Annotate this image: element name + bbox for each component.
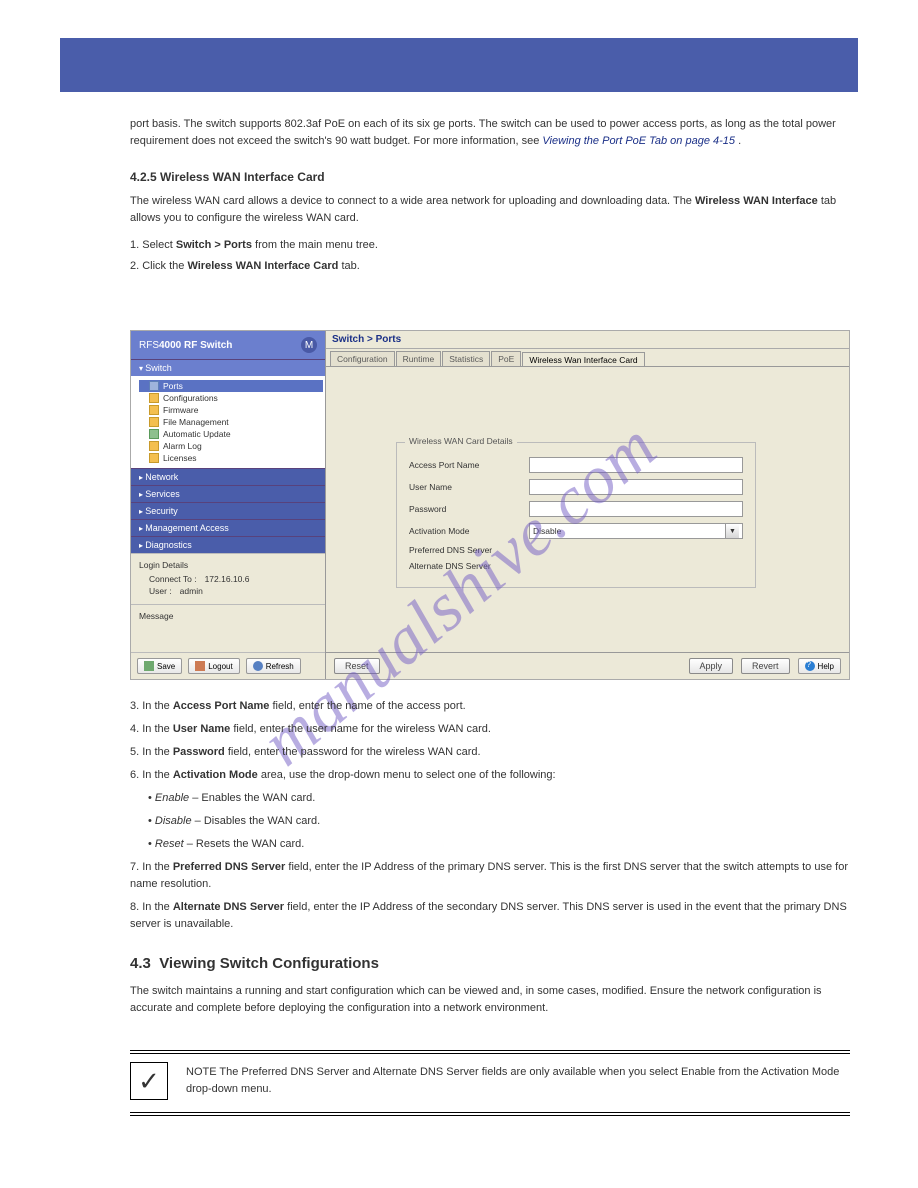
sidebar-brand: RFS4000 RF Switch M bbox=[131, 331, 325, 359]
label-alt-dns: Alternate DNS Server bbox=[409, 561, 529, 571]
fieldset-legend: Wireless WAN Card Details bbox=[405, 436, 517, 446]
after-text: 3. In the Access Port Name field, enter … bbox=[130, 698, 850, 1017]
ports-icon bbox=[149, 381, 159, 391]
file-icon bbox=[149, 417, 159, 427]
apply-button[interactable]: Apply bbox=[689, 658, 734, 674]
content-area: Switch > Ports Configuration Runtime Sta… bbox=[326, 331, 849, 679]
tab-configuration[interactable]: Configuration bbox=[330, 351, 395, 366]
input-apn[interactable] bbox=[529, 457, 743, 473]
sidebar: RFS4000 RF Switch M Switch Ports Configu… bbox=[131, 331, 326, 679]
nav-switch[interactable]: Switch bbox=[131, 359, 325, 376]
tab-statistics[interactable]: Statistics bbox=[442, 351, 490, 366]
revert-button[interactable]: Revert bbox=[741, 658, 790, 674]
login-details-title: Login Details bbox=[139, 560, 317, 570]
note-top-rule bbox=[130, 1050, 850, 1054]
alarm-icon bbox=[149, 441, 159, 451]
tab-wwan[interactable]: Wireless Wan Interface Card bbox=[522, 352, 644, 367]
intro-p1b: . bbox=[738, 135, 741, 147]
input-password[interactable] bbox=[529, 501, 743, 517]
intro-p1-link: Viewing the Port PoE Tab on page 4-15 bbox=[542, 135, 735, 147]
tree-licenses[interactable]: Licenses bbox=[139, 452, 323, 464]
breadcrumb: Switch > Ports bbox=[326, 331, 849, 349]
chevron-down-icon: ▼ bbox=[725, 524, 739, 538]
tab-pane: Wireless WAN Card Details Access Port Na… bbox=[326, 366, 849, 679]
refresh-icon bbox=[253, 661, 263, 671]
checkmark-icon: ✓ bbox=[130, 1062, 168, 1100]
message-title: Message bbox=[139, 611, 317, 621]
tree-configurations[interactable]: Configurations bbox=[139, 392, 323, 404]
message-panel: Message bbox=[131, 604, 325, 631]
save-button[interactable]: Save bbox=[137, 658, 182, 674]
tree-alarm-log[interactable]: Alarm Log bbox=[139, 440, 323, 452]
intro-text: port basis. The switch supports 802.3af … bbox=[130, 116, 850, 279]
note-row: ✓ NOTE The Preferred DNS Server and Alte… bbox=[130, 1062, 850, 1100]
tab-runtime[interactable]: Runtime bbox=[396, 351, 442, 366]
tab-bar: Configuration Runtime Statistics PoE Wir… bbox=[326, 349, 849, 366]
section-number: 4.3 bbox=[130, 955, 151, 972]
input-username[interactable] bbox=[529, 479, 743, 495]
nav-management-access[interactable]: Management Access bbox=[131, 519, 325, 536]
tree-ports[interactable]: Ports bbox=[139, 380, 323, 392]
license-icon bbox=[149, 453, 159, 463]
help-button[interactable]: Help bbox=[798, 658, 841, 674]
header-bar bbox=[60, 38, 858, 92]
nav-diagnostics[interactable]: Diagnostics bbox=[131, 536, 325, 553]
label-pref-dns: Preferred DNS Server bbox=[409, 545, 529, 555]
motorola-logo-icon: M bbox=[301, 337, 317, 353]
nav-security[interactable]: Security bbox=[131, 502, 325, 519]
login-details-panel: Login Details Connect To :172.16.10.6 Us… bbox=[131, 553, 325, 604]
note-label: NOTE bbox=[186, 1066, 217, 1078]
label-activation: Activation Mode bbox=[409, 526, 529, 536]
app-screenshot: RFS4000 RF Switch M Switch Ports Configu… bbox=[130, 330, 850, 680]
tree-automatic-update[interactable]: Automatic Update bbox=[139, 428, 323, 440]
wwan-details-fieldset: Wireless WAN Card Details Access Port Na… bbox=[396, 442, 756, 588]
gear-icon bbox=[149, 405, 159, 415]
sidebar-bottom-buttons: Save Logout Refresh bbox=[131, 652, 325, 679]
select-activation-mode[interactable]: Disable ▼ bbox=[529, 523, 743, 539]
label-apn: Access Port Name bbox=[409, 460, 529, 470]
content-button-row: Reset Apply Revert Help bbox=[326, 652, 849, 679]
tree-file-management[interactable]: File Management bbox=[139, 416, 323, 428]
logout-icon bbox=[195, 661, 205, 671]
nav-network[interactable]: Network bbox=[131, 468, 325, 485]
note-text: The Preferred DNS Server and Alternate D… bbox=[186, 1066, 839, 1095]
nav-tree: Ports Configurations Firmware File Manag… bbox=[131, 376, 325, 468]
help-icon bbox=[805, 661, 815, 671]
section-title: Viewing Switch Configurations bbox=[159, 955, 379, 972]
reset-button[interactable]: Reset bbox=[334, 658, 380, 674]
tab-poe[interactable]: PoE bbox=[491, 351, 521, 366]
label-password: Password bbox=[409, 504, 529, 514]
section-heading: 4.2.5 Wireless WAN Interface Card bbox=[130, 168, 850, 187]
logout-button[interactable]: Logout bbox=[188, 658, 239, 674]
tree-firmware[interactable]: Firmware bbox=[139, 404, 323, 416]
refresh-button[interactable]: Refresh bbox=[246, 658, 301, 674]
select-activation-value: Disable bbox=[533, 526, 561, 536]
update-icon bbox=[149, 429, 159, 439]
note-bottom-rule bbox=[130, 1112, 850, 1116]
final-paragraph: The switch maintains a running and start… bbox=[130, 983, 850, 1017]
nav-services[interactable]: Services bbox=[131, 485, 325, 502]
save-icon bbox=[144, 661, 154, 671]
folder-icon bbox=[149, 393, 159, 403]
label-username: User Name bbox=[409, 482, 529, 492]
